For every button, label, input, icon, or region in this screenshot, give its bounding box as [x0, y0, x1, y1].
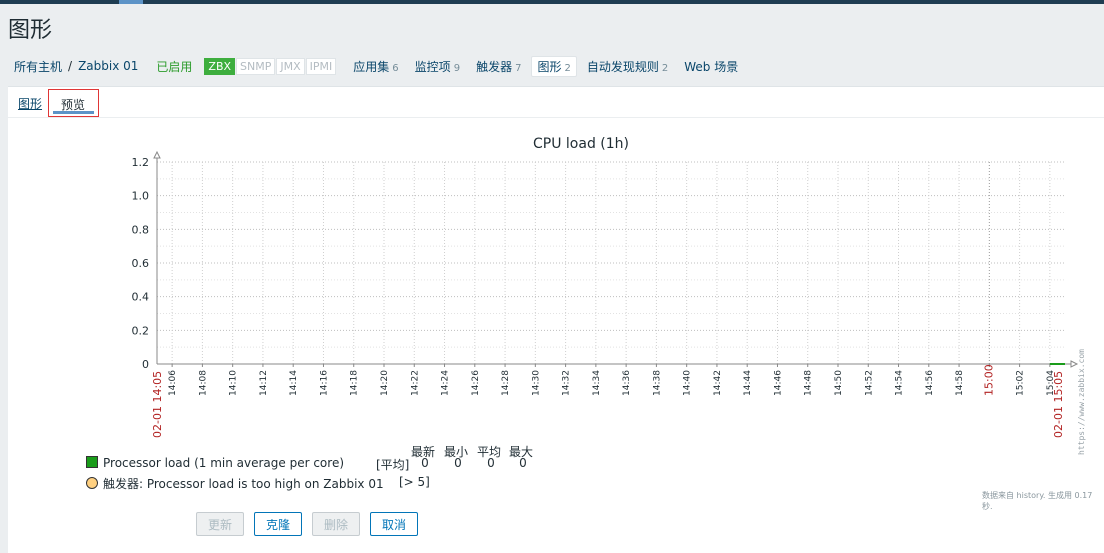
- stat-value-last: 0: [421, 456, 429, 470]
- x-tick-label: 14:10: [229, 370, 239, 396]
- x-tick-label: 14:54: [895, 370, 905, 396]
- x-tick-label: 14:32: [562, 370, 572, 396]
- x-tick-label: 14:30: [531, 370, 541, 396]
- graph-footnote: 数据来自 history. 生成用 0.17 秒.: [982, 491, 1093, 511]
- x-tick-label: 14:08: [198, 370, 208, 396]
- x-end-label: 02-01 15:05: [1052, 371, 1065, 438]
- x-tick-label: 14:46: [773, 370, 783, 396]
- x-tick-label: 14:12: [259, 370, 269, 396]
- legend-item-label: Processor load (1 min average per core): [103, 456, 345, 470]
- x-tick-label: 14:22: [410, 370, 420, 396]
- stat-value-avg: 0: [487, 456, 495, 470]
- legend-item-func: [平均]: [376, 458, 410, 472]
- legend-trigger: 触发器: Processor load is too high on Zabbi…: [86, 475, 384, 492]
- x-tick-label: 14:18: [350, 370, 360, 396]
- cancel-button[interactable]: 取消: [370, 512, 418, 536]
- y-tick-label: 1.2: [132, 156, 150, 169]
- trigger-indicator: [86, 477, 98, 489]
- stat-value-min: 0: [454, 456, 462, 470]
- x-tick-label: 14:58: [955, 370, 965, 396]
- legend-trigger-label: 触发器: Processor load is too high on Zabbi…: [103, 477, 384, 491]
- x-tick-label: 14:50: [834, 370, 844, 396]
- x-tick-label: 14:26: [471, 370, 481, 396]
- y-tick-label: 0: [142, 358, 149, 371]
- x-tick-label: 14:42: [713, 370, 723, 396]
- x-tick-label: 14:40: [683, 370, 693, 396]
- x-tick-label: 15:02: [1016, 370, 1026, 396]
- x-tick-label: 14:52: [864, 370, 874, 396]
- x-tick-label: 15:00: [982, 364, 995, 396]
- y-tick-label: 0.8: [132, 223, 150, 236]
- y-tick-label: 0.2: [132, 324, 150, 337]
- x-tick-label: 14:34: [592, 370, 602, 396]
- y-axis-arrow: [153, 150, 161, 159]
- y-tick-label: 1.0: [132, 190, 150, 203]
- x-tick-label: 14:56: [925, 370, 935, 396]
- x-tick-label: 14:36: [622, 370, 632, 396]
- x-tick-label: 14:28: [501, 370, 511, 396]
- x-tick-label: 14:44: [743, 370, 753, 396]
- y-tick-label: 0.6: [132, 257, 150, 270]
- update-button[interactable]: 更新: [196, 512, 244, 536]
- legend-color-swatch: [86, 456, 98, 468]
- x-tick-label: 14:38: [652, 370, 662, 396]
- x-tick-label: 14:06: [168, 370, 178, 396]
- delete-button[interactable]: 删除: [312, 512, 360, 536]
- x-tick-label: 14:16: [319, 370, 329, 396]
- x-tick-label: 14:14: [289, 370, 299, 396]
- legend-trigger-condition: [> 5]: [399, 475, 430, 489]
- watermark-label: https://www.zabbix.com: [1077, 349, 1086, 455]
- y-tick-label: 0.4: [132, 291, 150, 304]
- x-start-label: 02-01 14:05: [151, 371, 164, 438]
- stat-value-max: 0: [519, 456, 527, 470]
- legend-item-processor-load: Processor load (1 min average per core): [86, 456, 344, 470]
- x-tick-label: 14:24: [441, 370, 451, 396]
- x-tick-label: 14:48: [804, 370, 814, 396]
- clone-button[interactable]: 克隆: [254, 512, 302, 536]
- x-tick-label: 14:20: [380, 370, 390, 396]
